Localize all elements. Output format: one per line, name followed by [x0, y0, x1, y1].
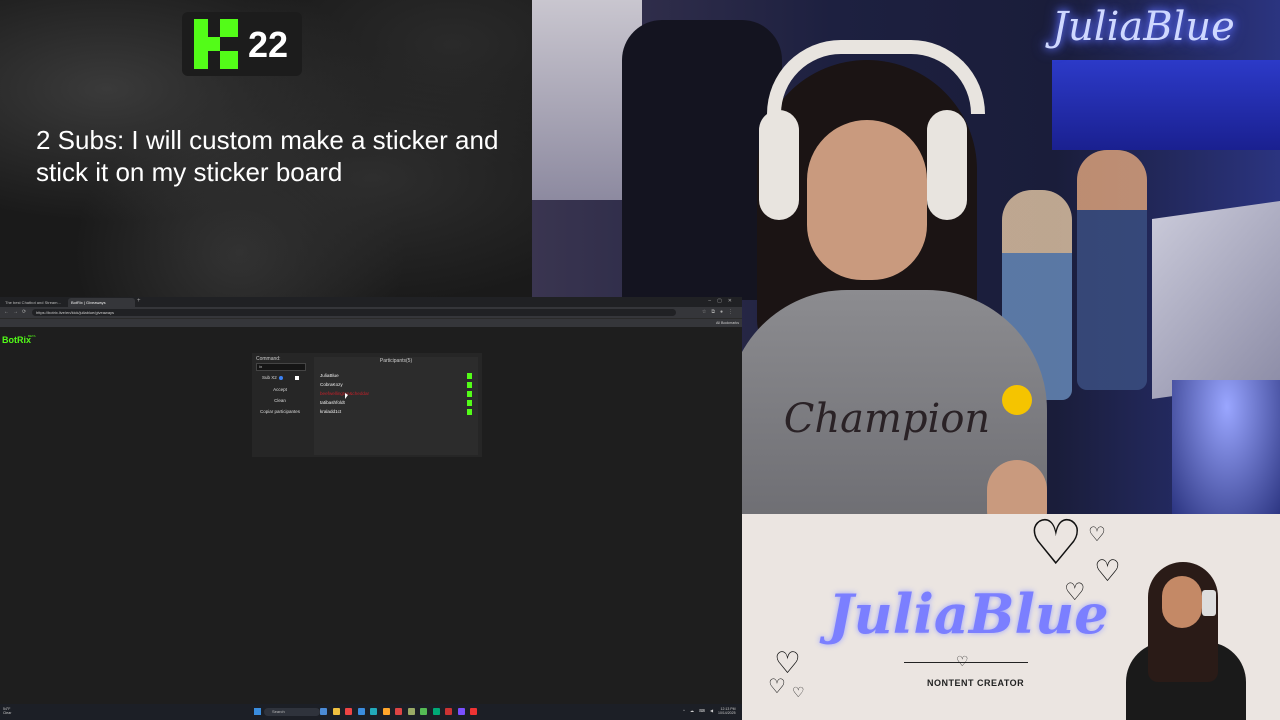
participant-row[interactable]: tatibashfoldt: [320, 399, 474, 407]
participant-row-highlighted[interactable]: beefwellington&cheddar: [320, 390, 474, 398]
hoodie-text: Champion: [783, 396, 991, 442]
taskbar-app-icon[interactable]: [470, 708, 477, 715]
chucky-figure: [1077, 150, 1147, 390]
browser-window: The best Chatbot and Stream... BotRix | …: [0, 297, 742, 704]
nav-buttons[interactable]: ←→⟳: [4, 309, 30, 315]
headset-right: [927, 110, 967, 220]
sub-goal-text: 2 Subs: I will custom make a sticker and…: [36, 125, 499, 187]
lamp: [1172, 380, 1280, 514]
heart-icon: ♡: [768, 676, 786, 698]
heart-icon: ♡: [1088, 524, 1106, 546]
headset-band: [767, 40, 985, 114]
taskbar-app-icon[interactable]: [407, 708, 415, 715]
brand-name: JuliaBlue: [828, 582, 1109, 646]
giveaway-panel: Command: /x Sub X2 Accept Clean Copiar p…: [252, 353, 482, 457]
heart-icon: ♡: [1028, 514, 1084, 578]
command-input[interactable]: /x: [256, 363, 306, 371]
copy-participants-button[interactable]: Copiar participantes: [254, 409, 306, 414]
kick-icon: [467, 391, 472, 397]
heart-icon: ♡: [792, 684, 805, 700]
kick-follower-badge: 22: [182, 12, 302, 76]
taskbar-app-icon[interactable]: [320, 708, 327, 715]
taskbar-app-icon[interactable]: [420, 708, 427, 715]
participant-row[interactable]: CobraKozy: [320, 381, 474, 389]
taskbar-app-icon[interactable]: [457, 708, 465, 715]
taskbar-app-icon[interactable]: [395, 708, 402, 715]
clock[interactable]: 12:13 PM 10/14/2025: [718, 707, 736, 715]
taskbar-app-icon[interactable]: [445, 708, 452, 715]
kick-icon: [467, 382, 472, 388]
participant-row[interactable]: JuliaBlue: [320, 372, 474, 380]
botrix-page: BotRix BETA Command: /x Sub X2 Accept Cl…: [0, 327, 742, 704]
taskbar-app-icon[interactable]: [370, 708, 377, 715]
branding-panel: ♡ ♡ ♡ ♡ ♡ ♡ ♡ JuliaBlue ♡ NONTENT CREATO…: [742, 514, 1280, 720]
all-bookmarks[interactable]: All Bookmarks: [716, 319, 739, 327]
kick-icon: [467, 373, 472, 379]
clean-button[interactable]: Clean: [254, 398, 306, 403]
taskbar-search[interactable]: Search: [264, 708, 320, 716]
participant-row[interactable]: kraladd1ct: [320, 408, 474, 416]
kick-icon: [467, 409, 472, 415]
weather-widget[interactable]: 54°F Clear: [3, 707, 11, 715]
sub-goal-panel: 22 2 Subs: I will custom make a sticker …: [0, 0, 532, 297]
command-label: Command:: [256, 356, 281, 362]
new-tab-button[interactable]: +: [137, 298, 141, 304]
headset-left: [759, 110, 799, 220]
sub-label: Sub X2: [262, 375, 277, 380]
phone-icon: [1202, 590, 1216, 616]
system-tray[interactable]: ^ ☁ ⌨ ◀: [683, 708, 715, 713]
windows-start-icon[interactable]: [254, 708, 261, 715]
botrix-logo[interactable]: BotRix: [2, 335, 31, 345]
brand-tagline: NONTENT CREATOR: [927, 678, 1025, 688]
pacman-lollipop: [1002, 385, 1032, 415]
kick-count: 22: [248, 24, 289, 65]
participants-list: Participants(5) JuliaBlue CobraKozy beef…: [314, 357, 478, 455]
taskbar: 54°F Clear Search ^ ☁ ⌨ ◀ 12:13 PM 10/14/2…: [0, 704, 742, 720]
streamer: Champion: [727, 40, 1047, 514]
taskbar-app-icon[interactable]: [332, 708, 340, 715]
window-controls[interactable]: –▢✕: [708, 298, 738, 304]
tab-strip: The best Chatbot and Stream... BotRix | …: [0, 297, 742, 307]
face: [807, 120, 927, 280]
tab-chatbot[interactable]: The best Chatbot and Stream...: [2, 298, 67, 307]
taskbar-app-icon[interactable]: [345, 708, 352, 715]
neon-sign: JuliaBlue: [1052, 4, 1235, 50]
sub-multiplier: Sub X2: [262, 375, 283, 380]
sub-checkbox[interactable]: [295, 376, 299, 380]
beta-badge: BETA: [28, 334, 36, 338]
heart-icon: ♡: [956, 653, 969, 669]
address-bar-row: ←→⟳ https://botrix.live/en/kick/juliablu…: [0, 307, 742, 318]
participants-title: Participants(5): [379, 358, 413, 364]
kick-icon: [467, 400, 472, 406]
info-icon[interactable]: [278, 375, 283, 380]
extension-icons[interactable]: ☆⧉●⋮: [702, 309, 738, 315]
bookmarks-bar: botrixBotRIX Customizat...Simple Giveaw.…: [0, 318, 742, 327]
accept-button[interactable]: Accept: [254, 387, 306, 392]
decor-box: [1152, 201, 1280, 399]
taskbar-app-icon[interactable]: [357, 708, 365, 715]
shelf: [1052, 60, 1280, 150]
mouse-cursor-icon: [345, 393, 348, 399]
taskbar-app-icon[interactable]: [382, 708, 390, 715]
taskbar-app-icon[interactable]: [432, 708, 440, 715]
hand: [987, 460, 1047, 514]
kick-logo-icon: [194, 19, 238, 69]
tab-botrix-giveaways[interactable]: BotRix | Giveaways: [68, 298, 135, 307]
url-input[interactable]: https://botrix.live/en/kick/juliablue/gi…: [32, 309, 676, 316]
avatar: [1126, 562, 1256, 720]
